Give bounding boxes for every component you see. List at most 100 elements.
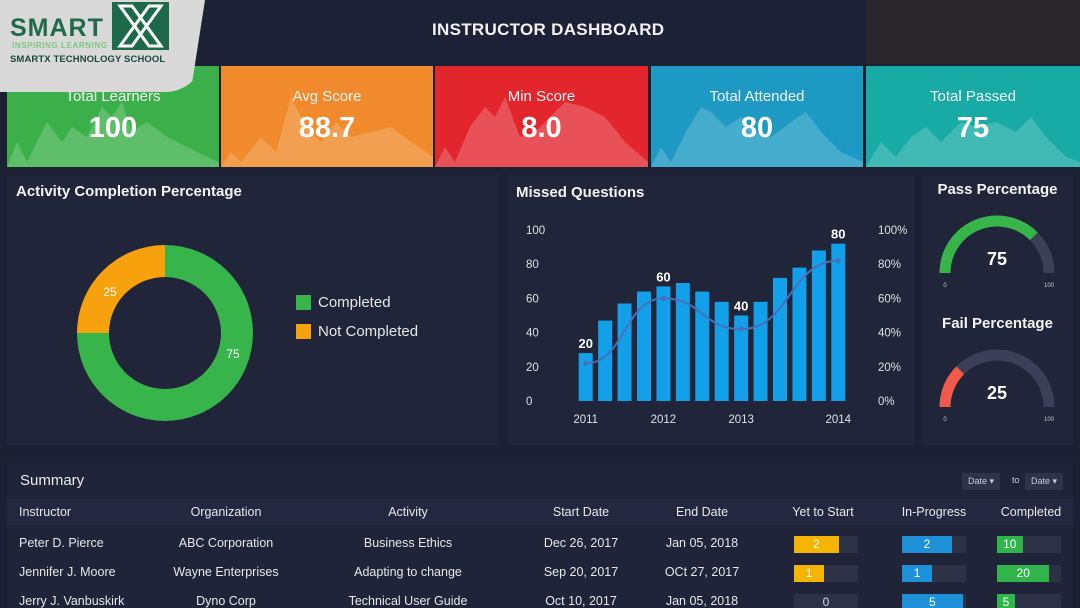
progress-fill: 2 (794, 536, 839, 553)
panel-title: Activity Completion Percentage (16, 183, 242, 200)
bar (695, 291, 710, 401)
bar-data-label: 40 (734, 299, 748, 314)
legend-not-completed: Not Completed (296, 323, 418, 340)
panel-title: Fail Percentage (942, 315, 1053, 332)
yet-to-start-bar: 0 (794, 594, 858, 608)
missed-questions-panel: Missed Questions 0 20 40 60 80 100 0% 20% 40% 60%… (508, 175, 914, 445)
logo-brand: SMART (10, 14, 104, 42)
date-to-label: to (1012, 475, 1020, 485)
cell-organization: Wayne Enterprises (173, 565, 279, 579)
summary-table: Summary Date ▾ to Date ▾ Instructor Orga… (7, 463, 1073, 608)
column-header-completed[interactable]: Completed (1001, 505, 1061, 519)
bar (656, 286, 671, 401)
bar (773, 277, 787, 401)
column-header-in-progress[interactable]: In-Progress (902, 505, 967, 519)
progress-fill: 1 (794, 565, 825, 582)
progress-fill: 5 (997, 594, 1015, 608)
cell-end-date: Jan 05, 2018 (665, 536, 739, 550)
kpi-card-min-score: Min Score 8.0 (435, 66, 648, 167)
x-tick-label: 2014 (825, 414, 851, 426)
bar (831, 243, 846, 401)
table-header: Instructor Organization Activity Start D… (7, 499, 1073, 525)
cell-activity: Business Ethics (363, 536, 453, 550)
gauge-max-label: 100 (1044, 283, 1055, 289)
column-header-start-date[interactable]: Start Date (553, 505, 609, 519)
panel-title: Pass Percentage (937, 181, 1058, 198)
progress-fill: 0 (794, 594, 858, 608)
date-from-select[interactable]: Date ▾ (962, 473, 1001, 490)
legend-swatch (296, 295, 311, 310)
cell-organization: ABC Corporation (178, 536, 274, 550)
progress-value: 10 (1003, 537, 1017, 551)
table-row[interactable]: Jennifer J. Moore Wayne Enterprises Adapti… (7, 558, 1073, 587)
y-tick-label: 60 (526, 293, 539, 305)
progress-value: 2 (813, 537, 820, 551)
cell-instructor: Jennifer J. Moore (19, 565, 116, 579)
column-header-yet-to-start[interactable]: Yet to Start (792, 505, 853, 519)
logo-tagline: INSPIRING LEARNING (12, 41, 108, 50)
bar (617, 303, 632, 401)
progress-fill: 1 (902, 565, 933, 582)
legend-swatch (296, 324, 311, 339)
date-from-value: Date (968, 476, 988, 486)
in-progress-bar: 5 (902, 594, 966, 608)
table-row[interactable]: Jerry J. Vanbuskirk Dyno Corp Technical Us… (7, 587, 1073, 608)
progress-value: 0 (822, 595, 830, 608)
y2-tick-label: 80% (878, 259, 901, 271)
page-title: INSTRUCTOR DASHBOARD (432, 20, 665, 39)
trend-point (835, 258, 841, 264)
cell-activity: Adapting to change (354, 565, 462, 579)
logo-school-name: SMARTX TECHNOLOGY SCHOOL (10, 54, 166, 65)
y-tick-label: 0 (526, 396, 532, 408)
gauge-fill (939, 366, 965, 408)
y2-tick-label: 40% (878, 328, 901, 340)
table-row[interactable]: Peter D. Pierce ABC Corporation Business E… (7, 529, 1073, 558)
cell-organization: Dyno Corp (196, 594, 256, 608)
date-to-select[interactable]: Date ▾ (1025, 473, 1064, 490)
bar-data-label: 60 (656, 269, 670, 284)
kpi-card-avg-score: Avg Score 88.7 (221, 66, 433, 167)
bar-data-label: 20 (578, 336, 592, 351)
y2-tick-label: 60% (878, 293, 901, 305)
kpi-value: 80 (740, 112, 774, 144)
in-progress-bar: 1 (902, 565, 966, 582)
y2-tick-label: 20% (878, 362, 901, 374)
column-header-instructor[interactable]: Instructor (19, 505, 71, 519)
kpi-value: 88.7 (298, 112, 356, 144)
missed-questions-chart: 0 20 40 60 80 100 0% 20% 40% 60% 80% 100% 2011 2012 20… (526, 225, 907, 426)
kpi-label: Total Attended (709, 88, 805, 105)
cell-instructor: Peter D. Pierce (19, 536, 104, 550)
column-header-organization[interactable]: Organization (191, 505, 262, 519)
y2-tick-label: 0% (878, 396, 895, 408)
progress-value: 1 (805, 566, 813, 580)
donut-chart: 75 25 (77, 245, 253, 421)
in-progress-bar: 2 (902, 536, 966, 553)
column-header-activity[interactable]: Activity (388, 505, 428, 519)
bar (578, 353, 593, 401)
trend-point (660, 295, 666, 301)
bar (753, 301, 768, 401)
completed-bar: 5 (997, 594, 1061, 608)
cell-end-date: OCt 27, 2017 (664, 565, 740, 579)
bar (811, 250, 826, 401)
completed-bar: 20 (997, 565, 1061, 582)
x-tick-label: 2012 (651, 414, 677, 426)
y-tick-label: 40 (526, 328, 539, 340)
legend-label: Not Completed (318, 323, 419, 340)
trend-point (583, 360, 589, 366)
gauge-value: 25 (987, 383, 1007, 403)
progress-value: 20 (1016, 566, 1030, 580)
date-to-value: Date (1031, 476, 1051, 486)
progress-value: 2 (923, 537, 931, 551)
kpi-value: 100 (88, 112, 138, 144)
gauge-min-label: 0 (943, 417, 947, 423)
x-tick-label: 2013 (728, 414, 754, 426)
kpi-card-total-attended: Total Attended 80 (651, 66, 863, 167)
y2-tick-label: 100% (878, 225, 907, 237)
bar-data-label: 80 (831, 227, 845, 242)
kpi-label: Avg Score (292, 88, 362, 105)
column-header-end-date[interactable]: End Date (676, 505, 728, 519)
summary-title: Summary (20, 472, 85, 489)
yet-to-start-bar: 2 (794, 536, 858, 553)
gauge-max-label: 100 (1044, 417, 1055, 423)
